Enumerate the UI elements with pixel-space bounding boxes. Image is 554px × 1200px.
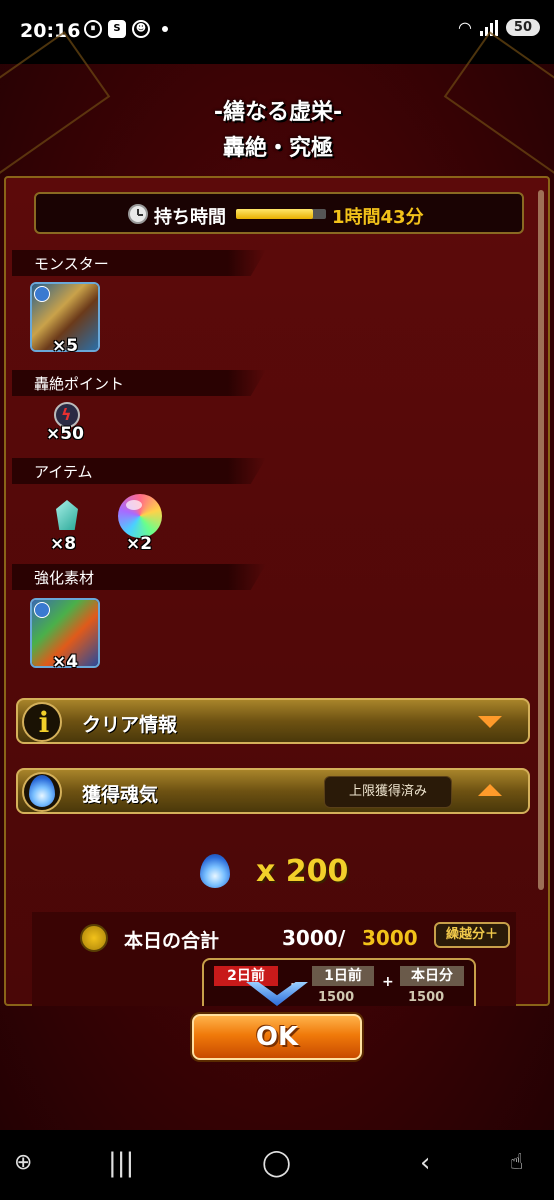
section-header-points: 轟絶ポイント (12, 370, 266, 396)
s-app-icon: S (108, 20, 126, 38)
section-header-items: アイテム (12, 458, 266, 484)
ok-label: OK (255, 1022, 299, 1052)
carry-over-button[interactable]: 繰越分＋ (434, 922, 510, 948)
day-tab-1-day-ago: 1日前 (312, 966, 374, 986)
soul-flame-icon (22, 772, 62, 812)
game-controller-icon[interactable]: ⊕ (14, 1150, 32, 1176)
wifi-icon: ◠ (457, 18, 472, 37)
ghost-icon: ☻ (132, 20, 150, 38)
navigation-bar: ⊕ ||| ◯ ‹ ☝ (0, 1130, 554, 1200)
chevron-up-icon (478, 784, 502, 796)
panel-scrollbar[interactable] (538, 190, 544, 890)
material-count: ×4 (52, 652, 79, 672)
touch-lock-icon[interactable]: ☝ (510, 1150, 523, 1176)
coin-icon (80, 924, 108, 952)
section-header-materials: 強化素材 (12, 564, 266, 590)
info-icon: i (22, 702, 62, 742)
section-label: モンスター (34, 255, 109, 273)
day-value: 1500 (318, 990, 355, 1004)
total-max: 3000 (362, 926, 418, 950)
soul-label: 獲得魂気 (82, 784, 159, 806)
status-right: ◠ 50 (458, 18, 540, 37)
section-header-monster: モンスター (12, 250, 266, 276)
gem-icon[interactable] (56, 500, 78, 530)
time-bar (236, 209, 326, 219)
element-icon (34, 602, 50, 618)
status-time: 20:16 (20, 20, 81, 42)
total-separator: / (338, 926, 346, 950)
time-box: 持ち時間 1時間43分 (34, 192, 524, 234)
soul-flame-icon (200, 854, 230, 888)
back-icon[interactable]: ‹ (420, 1150, 430, 1176)
day-value: 1500 (408, 990, 445, 1004)
time-bar-fill (236, 209, 313, 219)
soul-amount: x 200 (256, 854, 349, 889)
day-separator: + (382, 974, 394, 990)
day-tab-today: 本日分 (400, 966, 464, 986)
quest-title-line1: -繕なる虚栄- (213, 100, 343, 125)
day-tab-2-days-ago: 2日前 (214, 966, 278, 986)
section-label: アイテム (34, 463, 93, 481)
quest-title-line2: 轟絶・究極 (222, 136, 333, 161)
status-bar: 20:16 ⏸ S ☻ ◠ 50 (0, 0, 554, 64)
clear-info-label: クリア情報 (82, 714, 178, 736)
item-gem-count: ×8 (50, 534, 77, 554)
soul-toggle[interactable]: 獲得魂気 上限獲得済み (16, 768, 530, 814)
total-current: 3000 (282, 926, 338, 950)
points-count: ×50 (46, 424, 84, 444)
time-label: 持ち時間 (154, 207, 226, 228)
day-breakdown: 2日前 , 1日前 + 本日分 1500 1500 (202, 958, 476, 1006)
quest-title: -繕なる虚栄- 轟絶・究極 (180, 94, 376, 161)
game-screen: -繕なる虚栄- 轟絶・究極 持ち時間 1時間43分 モンスター ×5 轟絶ポイン… (0, 31, 554, 1130)
pause-icon: ⏸ (84, 20, 102, 38)
ok-button[interactable]: OK (192, 1014, 362, 1060)
clear-info-toggle[interactable]: i クリア情報 (16, 698, 530, 744)
monster-count: ×5 (52, 336, 79, 356)
daily-total-box: 本日の合計 3000 / 3000 繰越分＋ 2日前 , 1日前 + 本日分 1… (32, 912, 516, 1006)
rainbow-orb-icon[interactable] (118, 494, 162, 538)
more-dot-icon (162, 26, 168, 32)
limit-reached-badge: 上限獲得済み (324, 776, 452, 808)
chevron-down-icon (478, 716, 502, 728)
section-label: 轟絶ポイント (34, 375, 125, 393)
item-orb-count: ×2 (126, 534, 153, 554)
recent-apps-icon[interactable]: ||| (108, 1150, 134, 1176)
battery-badge: 50 (505, 19, 540, 36)
element-icon (34, 286, 50, 302)
total-label: 本日の合計 (124, 930, 220, 952)
time-value: 1時間43分 (332, 207, 424, 228)
section-label: 強化素材 (34, 569, 95, 587)
home-icon[interactable]: ◯ (262, 1150, 291, 1176)
notification-icons: ⏸ S ☻ (84, 20, 168, 38)
clock-icon (128, 204, 148, 224)
